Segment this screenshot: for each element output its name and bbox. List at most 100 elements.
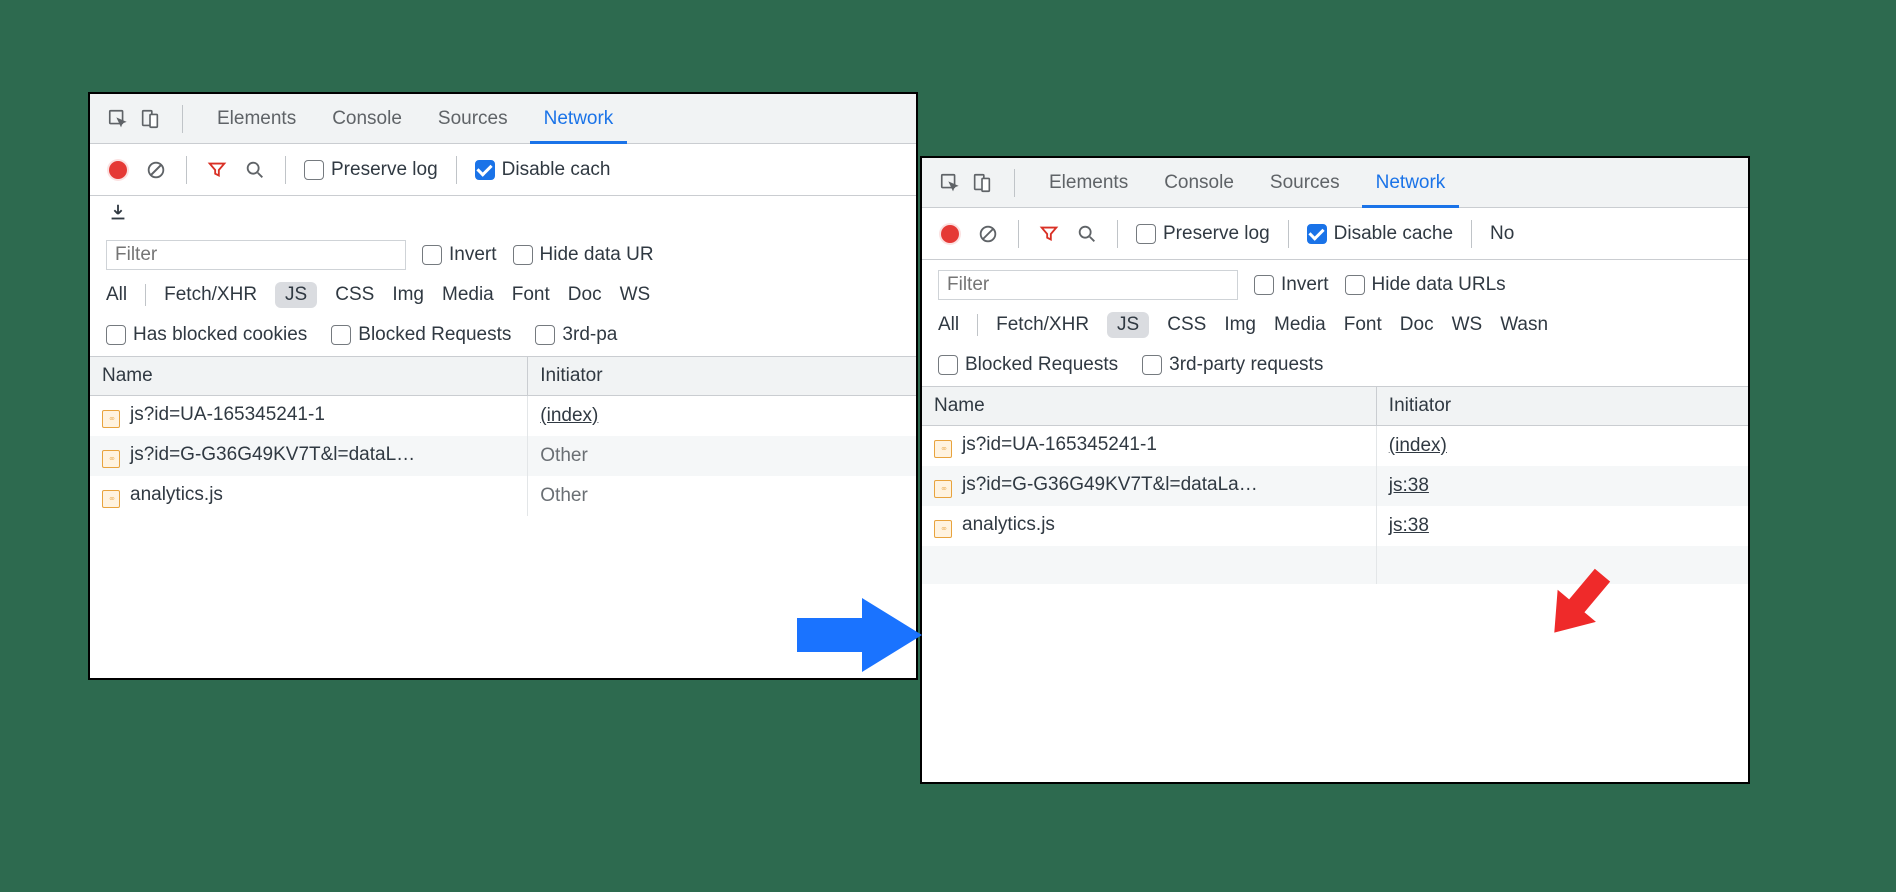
clear-icon[interactable]	[976, 222, 1000, 246]
device-toggle-icon[interactable]	[138, 107, 162, 131]
red-arrow-annotation	[1530, 552, 1630, 658]
separator	[1014, 169, 1015, 197]
hide-data-urls-checkbox[interactable]: Hide data URLs	[1345, 274, 1506, 296]
has-blocked-cookies-label: Has blocked cookies	[133, 324, 307, 346]
disable-cache-checkbox[interactable]: Disable cache	[1307, 223, 1453, 245]
chip-css[interactable]: CSS	[335, 284, 374, 306]
chip-js[interactable]: JS	[1107, 312, 1149, 338]
js-file-icon	[934, 440, 952, 458]
chip-doc[interactable]: Doc	[1400, 314, 1434, 336]
preserve-log-label: Preserve log	[1163, 223, 1270, 245]
chip-fetch[interactable]: Fetch/XHR	[996, 314, 1089, 336]
chip-img[interactable]: Img	[1224, 314, 1256, 336]
table-row[interactable]: js?id=G-G36G49KV7T&l=dataL… Other	[90, 436, 916, 476]
blocked-requests-checkbox[interactable]: Blocked Requests	[331, 324, 511, 346]
invert-checkbox[interactable]: Invert	[422, 244, 497, 266]
extra-filters: Blocked Requests 3rd-party requests	[922, 348, 1748, 387]
chip-fetch[interactable]: Fetch/XHR	[164, 284, 257, 306]
chip-all[interactable]: All	[106, 284, 127, 306]
filter-icon[interactable]	[1037, 222, 1061, 246]
third-party-label: 3rd-pa	[562, 324, 617, 346]
col-name[interactable]: Name	[90, 357, 528, 396]
filter-input[interactable]	[938, 270, 1238, 300]
chip-ws[interactable]: WS	[620, 284, 651, 306]
has-blocked-cookies-checkbox[interactable]: Has blocked cookies	[106, 324, 307, 346]
invert-label: Invert	[449, 244, 497, 266]
device-toggle-icon[interactable]	[970, 171, 994, 195]
type-chips: All Fetch/XHR JS CSS Img Media Font Doc …	[90, 276, 916, 318]
chip-media[interactable]: Media	[442, 284, 494, 306]
chip-font[interactable]: Font	[1344, 314, 1382, 336]
blue-arrow-annotation	[792, 590, 932, 686]
initiator-text: Other	[540, 485, 588, 506]
search-icon[interactable]	[1075, 222, 1099, 246]
tab-sources[interactable]: Sources	[1256, 158, 1354, 207]
third-party-checkbox[interactable]: 3rd-pa	[535, 324, 617, 346]
chip-js[interactable]: JS	[275, 282, 317, 308]
preserve-log-checkbox[interactable]: Preserve log	[304, 159, 438, 181]
filter-icon[interactable]	[205, 158, 229, 182]
initiator-link[interactable]: js:38	[1389, 515, 1429, 536]
blocked-requests-label: Blocked Requests	[965, 354, 1118, 376]
disable-cache-label: Disable cache	[1334, 223, 1453, 245]
request-name: js?id=G-G36G49KV7T&l=dataL…	[130, 444, 415, 465]
search-icon[interactable]	[243, 158, 267, 182]
chip-ws[interactable]: WS	[1452, 314, 1483, 336]
tab-elements[interactable]: Elements	[203, 94, 310, 143]
clear-icon[interactable]	[144, 158, 168, 182]
record-icon[interactable]	[106, 158, 130, 182]
filter-input[interactable]	[106, 240, 406, 270]
hide-data-urls-checkbox[interactable]: Hide data UR	[513, 244, 654, 266]
request-name: analytics.js	[962, 514, 1055, 535]
table-row[interactable]: js?id=UA-165345241-1 (index)	[922, 426, 1748, 467]
chip-all[interactable]: All	[938, 314, 959, 336]
tab-network[interactable]: Network	[530, 94, 628, 143]
tab-bar: Elements Console Sources Network	[922, 158, 1748, 208]
initiator-link[interactable]: (index)	[540, 405, 598, 426]
col-initiator[interactable]: Initiator	[528, 357, 916, 396]
table-row[interactable]: js?id=UA-165345241-1 (index)	[90, 396, 916, 437]
invert-checkbox[interactable]: Invert	[1254, 274, 1329, 296]
tab-console[interactable]: Console	[1150, 158, 1248, 207]
download-icon[interactable]	[106, 201, 130, 225]
request-name: js?id=UA-165345241-1	[130, 404, 325, 425]
chip-img[interactable]: Img	[392, 284, 424, 306]
hide-data-urls-label: Hide data UR	[540, 244, 654, 266]
table-row[interactable]: analytics.js js:38	[922, 506, 1748, 546]
tab-sources[interactable]: Sources	[424, 94, 522, 143]
tab-console[interactable]: Console	[318, 94, 416, 143]
chip-css[interactable]: CSS	[1167, 314, 1206, 336]
third-party-checkbox[interactable]: 3rd-party requests	[1142, 354, 1323, 376]
chip-doc[interactable]: Doc	[568, 284, 602, 306]
tab-elements[interactable]: Elements	[1035, 158, 1142, 207]
blocked-requests-checkbox[interactable]: Blocked Requests	[938, 354, 1118, 376]
chip-wasm[interactable]: Wasn	[1500, 314, 1548, 336]
preserve-log-checkbox[interactable]: Preserve log	[1136, 223, 1270, 245]
table-row[interactable]: analytics.js Other	[90, 476, 916, 516]
network-toolbar: Preserve log Disable cache No	[922, 208, 1748, 260]
chip-media[interactable]: Media	[1274, 314, 1326, 336]
separator	[186, 156, 187, 184]
inspect-icon[interactable]	[106, 107, 130, 131]
initiator-text: Other	[540, 445, 588, 466]
js-file-icon	[102, 450, 120, 468]
separator	[1117, 220, 1118, 248]
col-name[interactable]: Name	[922, 387, 1376, 426]
separator	[977, 314, 978, 336]
col-initiator[interactable]: Initiator	[1376, 387, 1748, 426]
disable-cache-label: Disable cach	[502, 159, 611, 181]
separator	[456, 156, 457, 184]
chip-font[interactable]: Font	[512, 284, 550, 306]
record-icon[interactable]	[938, 222, 962, 246]
table-row[interactable]: js?id=G-G36G49KV7T&l=dataLa… js:38	[922, 466, 1748, 506]
third-party-label: 3rd-party requests	[1169, 354, 1323, 376]
initiator-link[interactable]: js:38	[1389, 475, 1429, 496]
extra-filters: Has blocked cookies Blocked Requests 3rd…	[90, 318, 916, 357]
disable-cache-checkbox[interactable]: Disable cach	[475, 159, 611, 181]
truncated-text: No	[1490, 223, 1514, 245]
tab-network[interactable]: Network	[1362, 158, 1460, 207]
js-file-icon	[102, 490, 120, 508]
separator	[182, 105, 183, 133]
initiator-link[interactable]: (index)	[1389, 435, 1447, 456]
inspect-icon[interactable]	[938, 171, 962, 195]
